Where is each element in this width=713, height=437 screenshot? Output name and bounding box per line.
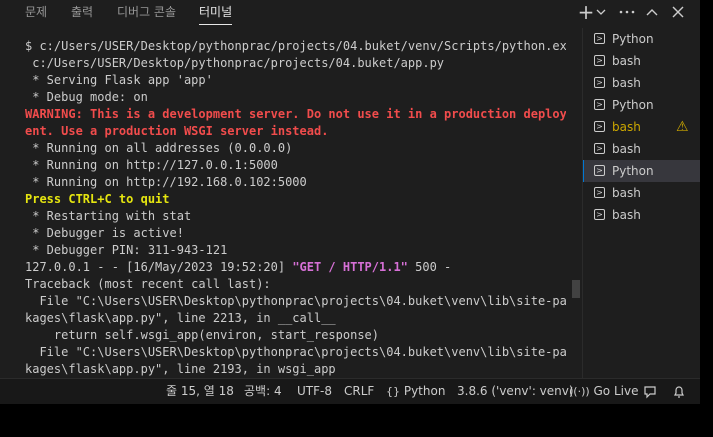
terminal-line: File "C:\Users\USER\Desktop\pythonprac\p… xyxy=(25,294,566,308)
terminal-instance-item[interactable]: > Python xyxy=(583,94,700,116)
cursor-position[interactable]: 줄 15, 열 18 xyxy=(166,379,234,404)
terminal-icon: > xyxy=(594,55,605,66)
terminal-instances-list: > Python > bash > bash > Python > bash ⚠… xyxy=(582,28,700,378)
warning-icon: ⚠ xyxy=(676,119,689,135)
chevron-down-icon[interactable] xyxy=(594,0,608,24)
terminal-line: File "C:\Users\USER\Desktop\pythonprac\p… xyxy=(25,345,566,359)
terminal-line: * Running on http://127.0.0.1:5000 xyxy=(25,158,278,172)
terminal-instance-label: bash xyxy=(612,120,641,134)
terminal-icon: > xyxy=(594,143,605,154)
terminal-line: * Running on all addresses (0.0.0.0) xyxy=(25,141,293,155)
maximize-panel-chevron-up-icon[interactable] xyxy=(642,0,662,24)
end-of-line[interactable]: CRLF xyxy=(344,379,374,404)
terminal-instance-label: Python xyxy=(612,98,654,112)
terminal-line: * Restarting with stat xyxy=(25,209,192,223)
language-mode[interactable]: {} Python xyxy=(386,379,445,404)
new-terminal-plus-icon[interactable]: + xyxy=(576,0,596,24)
request-prefix: 127.0.0.1 - - [16/May/2023 19:52:20] xyxy=(25,260,293,274)
terminal-instance-label: bash xyxy=(612,54,641,68)
terminal-line: $ c:/Users/USER/Desktop/pythonprac/proje… xyxy=(25,39,566,53)
tab-terminal[interactable]: 터미널 xyxy=(199,0,233,26)
braces-icon: {} xyxy=(386,385,400,398)
terminal-instance-label: bash xyxy=(612,76,641,90)
terminal-instance-item-selected[interactable]: > Python xyxy=(583,160,700,182)
terminal-instance-label: bash xyxy=(612,142,641,156)
feedback-icon[interactable] xyxy=(643,379,657,404)
indentation[interactable]: 공백: 4 xyxy=(244,379,282,404)
terminal-line: kages\flask\app.py", line 2193, in wsgi_… xyxy=(25,362,336,376)
terminal-line: c:/Users/USER/Desktop/pythonprac/project… xyxy=(25,56,445,70)
terminal-instance-item[interactable]: > bash xyxy=(583,72,700,94)
terminal-icon: > xyxy=(594,99,605,110)
terminal-instance-item[interactable]: > bash xyxy=(583,182,700,204)
close-panel-icon[interactable] xyxy=(668,0,688,24)
terminal-instance-item[interactable]: > bash xyxy=(583,138,700,160)
tab-output[interactable]: 출력 xyxy=(71,0,93,26)
terminal-icon: > xyxy=(594,33,605,44)
terminal-instance-label: bash xyxy=(612,186,641,200)
terminal-output[interactable]: $ c:/Users/USER/Desktop/pythonprac/proje… xyxy=(0,38,566,378)
terminal-icon: > xyxy=(594,187,605,198)
terminal-line: Traceback (most recent call last): xyxy=(25,277,271,291)
terminal-quit-hint-line: Press CTRL+C to quit xyxy=(25,192,170,206)
tab-debug-console[interactable]: 디버그 콘솔 xyxy=(117,0,176,26)
vscode-panel: 문제 출력 디버그 콘솔 터미널 + $ c:/Users/USER/Deskt… xyxy=(0,0,700,404)
terminal-instance-item[interactable]: > bash xyxy=(583,204,700,226)
terminal-icon: > xyxy=(594,77,605,88)
terminal-warning-line: ent. Use a production WSGI server instea… xyxy=(25,124,329,138)
terminal-line: * Running on http://192.168.0.102:5000 xyxy=(25,175,307,189)
panel-tab-bar: 문제 출력 디버그 콘솔 터미널 + xyxy=(0,0,700,26)
request-status: 500 - xyxy=(407,260,452,274)
request-method-path: "GET / HTTP/1.1" xyxy=(292,260,408,274)
terminal-scrollbar-thumb[interactable] xyxy=(572,280,580,298)
terminal-instance-item[interactable]: > bash ⚠ xyxy=(583,116,700,138)
terminal-line: * Debugger PIN: 311-943-121 xyxy=(25,243,228,257)
terminal-instance-label: Python xyxy=(612,32,654,46)
terminal-instance-item[interactable]: > Python xyxy=(583,28,700,50)
terminal-line: return self.wsgi_app(environ, start_resp… xyxy=(25,328,380,342)
terminal-line: * Serving Flask app 'app' xyxy=(25,73,213,87)
terminal-instance-label: bash xyxy=(612,208,641,222)
python-interpreter[interactable]: 3.8.6 ('venv': venv) xyxy=(457,379,574,404)
terminal-line: * Debugger is active! xyxy=(25,226,184,240)
go-live-button[interactable]: ((·)) Go Live xyxy=(569,379,638,404)
go-live-label: Go Live xyxy=(593,384,639,398)
tab-problems[interactable]: 문제 xyxy=(25,0,47,26)
notifications-bell-icon[interactable] xyxy=(672,379,686,404)
language-label: Python xyxy=(403,384,446,398)
broadcast-icon: ((·)) xyxy=(569,385,590,398)
terminal-request-log-line: 127.0.0.1 - - [16/May/2023 19:52:20] "GE… xyxy=(0,259,566,276)
terminal-warning-line: WARNING: This is a development server. D… xyxy=(25,107,566,121)
terminal-icon: > xyxy=(594,209,605,220)
terminal-instance-item[interactable]: > bash xyxy=(583,50,700,72)
terminal-icon: > xyxy=(594,121,605,132)
more-actions-icon[interactable] xyxy=(617,0,637,24)
terminal-icon: > xyxy=(594,165,605,176)
terminal-line: kages\flask\app.py", line 2213, in __cal… xyxy=(25,311,336,325)
terminal-instance-label: Python xyxy=(612,164,654,178)
status-bar: 줄 15, 열 18 공백: 4 UTF-8 CRLF {} Python 3.… xyxy=(0,378,700,404)
encoding[interactable]: UTF-8 xyxy=(297,379,332,404)
terminal-line: * Debug mode: on xyxy=(25,90,148,104)
